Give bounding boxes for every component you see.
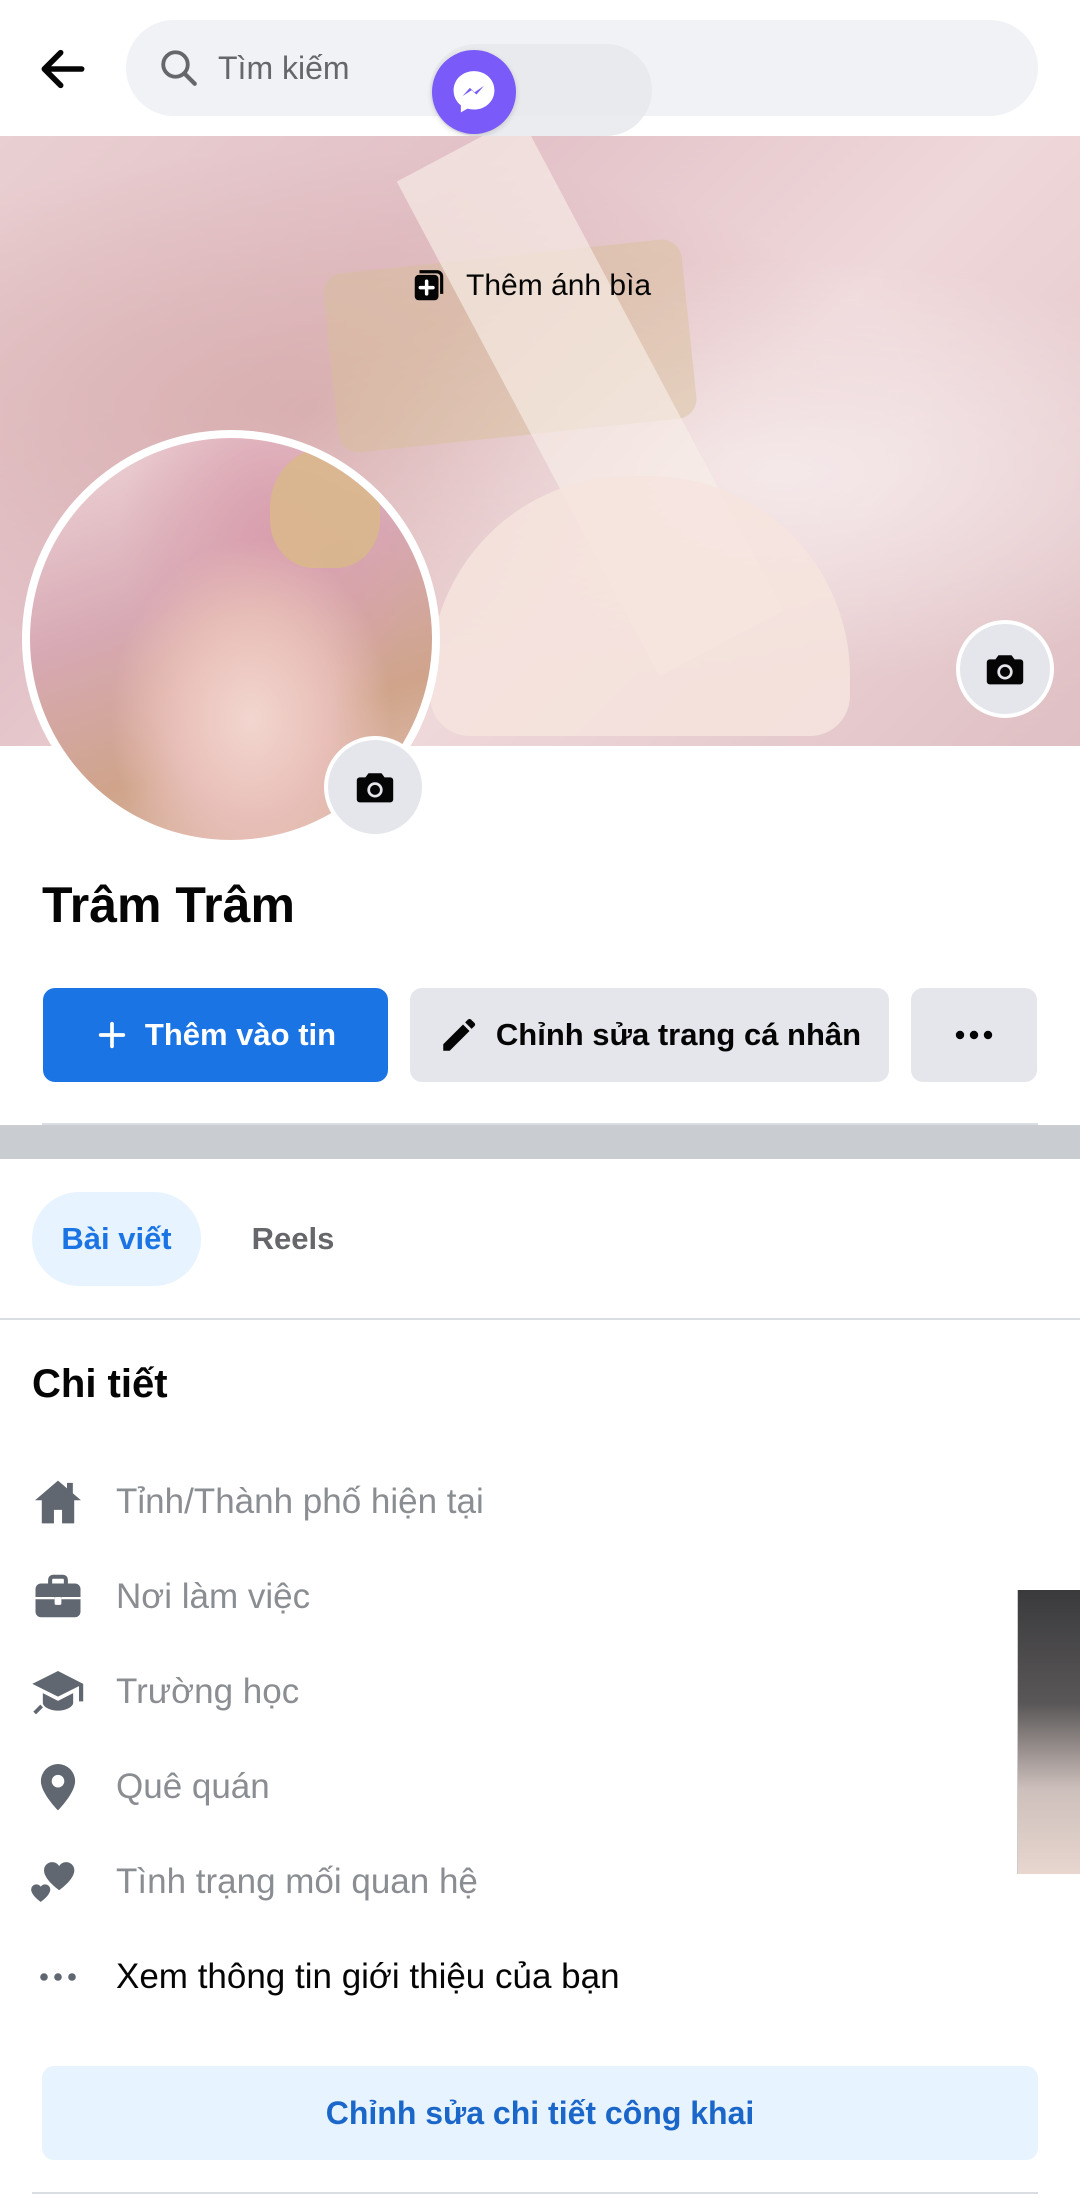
messenger-icon: [453, 71, 495, 113]
briefcase-icon: [30, 1569, 86, 1625]
more-dots-icon: [30, 1949, 86, 2005]
detail-label: Tình trạng mối quan hệ: [116, 1862, 478, 1901]
edit-profile-label: Chỉnh sửa trang cá nhân: [495, 1017, 862, 1052]
tab-reels[interactable]: Reels: [228, 1192, 358, 1286]
back-button[interactable]: [28, 34, 98, 104]
graduation-cap-icon: [30, 1664, 86, 1720]
detail-label: Quê quán: [116, 1767, 270, 1806]
detail-label: Trường học: [116, 1672, 300, 1711]
side-content-preview: [1017, 1590, 1080, 1874]
hearts-icon: [30, 1854, 86, 1910]
divider: [32, 2192, 1038, 2194]
add-cover-label: Thêm ánh bìa: [466, 269, 652, 302]
see-about-info[interactable]: Xem thông tin giới thiệu của bạn: [30, 1941, 620, 2013]
detail-school[interactable]: Trường học: [30, 1656, 299, 1728]
detail-label: Xem thông tin giới thiệu của bạn: [116, 1957, 620, 1996]
divider: [0, 1318, 1080, 1320]
detail-relationship[interactable]: Tình trạng mối quan hệ: [30, 1846, 478, 1918]
detail-hometown[interactable]: Quê quán: [30, 1751, 270, 1823]
arrow-left-icon: [41, 49, 85, 89]
edit-public-details-button[interactable]: Chỉnh sửa chi tiết công khai: [42, 2066, 1038, 2160]
add-photo-icon: [414, 270, 444, 301]
more-options-button[interactable]: [911, 988, 1037, 1082]
location-pin-icon: [30, 1759, 86, 1815]
detail-label: Nơi làm việc: [116, 1577, 311, 1616]
home-icon: [30, 1474, 86, 1530]
search-placeholder: Tìm kiếm: [218, 49, 350, 86]
profile-name: Trâm Trâm: [42, 877, 295, 933]
search-icon: [156, 45, 202, 91]
pencil-icon: [443, 1018, 475, 1051]
section-separator: [0, 1125, 1080, 1159]
add-to-story-button[interactable]: Thêm vào tin: [43, 988, 388, 1082]
camera-icon: [356, 773, 394, 803]
detail-current-city[interactable]: Tỉnh/Thành phố hiện tại: [30, 1466, 484, 1538]
plus-icon: [98, 1021, 126, 1049]
edit-cover-camera-button[interactable]: [956, 620, 1054, 718]
add-to-story-label: Thêm vào tin: [144, 1017, 337, 1052]
add-cover-photo-button[interactable]: Thêm ánh bìa: [410, 256, 651, 316]
edit-profile-button[interactable]: Chỉnh sửa trang cá nhân: [410, 988, 889, 1082]
edit-profile-picture-camera-button[interactable]: [324, 736, 426, 838]
detail-workplace[interactable]: Nơi làm việc: [30, 1561, 310, 1633]
tab-posts[interactable]: Bài viết: [32, 1192, 201, 1286]
details-heading: Chi tiết: [32, 1362, 168, 1406]
messenger-chathead-button[interactable]: [432, 50, 516, 134]
more-dots-icon: [955, 1030, 993, 1040]
camera-icon: [986, 655, 1024, 685]
detail-label: Tỉnh/Thành phố hiện tại: [116, 1482, 484, 1521]
